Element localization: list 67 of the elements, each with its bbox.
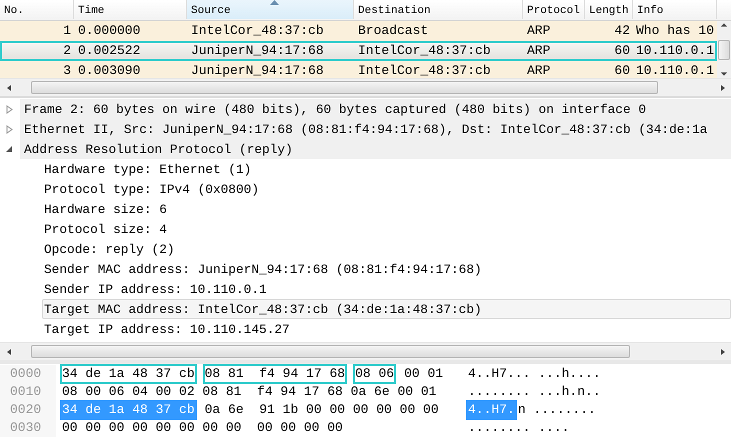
table-cell-text: 60 — [613, 62, 631, 78]
scroll-arrow-icon[interactable] — [718, 346, 726, 356]
scroll-arrow-icon[interactable] — [719, 21, 729, 29]
offset-label: 0010 — [0, 383, 56, 401]
hex-bytes[interactable]: 08 00 06 04 00 02 08 81 f4 94 17 68 0a 6e 00 01 — [60, 382, 438, 402]
tree-item[interactable]: Sender MAC address: JuniperN_94:17:68 (08:81:f4:94:17:68) — [44, 262, 482, 276]
scroll-arrow-icon[interactable] — [4, 82, 12, 92]
hex-bytes[interactable]: 00 00 00 00 00 00 00 00 00 00 00 00 — [60, 418, 345, 438]
tree-label: Target MAC address: IntelCor_48:37:cb (34:de:1a:48:37:cb) — [44, 302, 482, 316]
tree-row[interactable]: Target MAC address: IntelCor_48:37:cb (34:de:1a:48:37:cb) — [42, 299, 731, 319]
table-cell-text: IntelCor_48:37:cb — [190, 22, 325, 40]
vertical-scrollbar[interactable] — [717, 21, 731, 78]
sort-arrow-icon — [270, 0, 279, 5]
column-header[interactable]: Length — [585, 0, 633, 18]
table-cell-text: 1 — [62, 22, 72, 40]
offset-label: 0030 — [0, 419, 56, 437]
table-cell-text: Who has 10 — [635, 22, 716, 40]
hex-bytes[interactable]: 08 06 — [353, 364, 396, 384]
ascii-text[interactable]: ........ .... — [466, 418, 572, 438]
table-cell-text: JuniperN_94:17:68 — [190, 62, 325, 78]
hex-bytes[interactable]: 34 de 1a 48 37 cb — [60, 364, 197, 384]
scroll-arrow-icon[interactable] — [4, 346, 12, 356]
hex-bytes[interactable]: 08 81 f4 94 17 68 — [202, 364, 348, 384]
table-cell-text: 3 — [62, 62, 72, 78]
tree-item[interactable]: Protocol size: 4 — [44, 222, 167, 236]
packet-row[interactable]: 2 0.002522 JuniperN_94:17:68 IntelCor_48:37:cb ARP 60 10.110.0.1 — [0, 41, 717, 61]
tree-label: Ethernet II, Src: JuniperN_94:17:68 (08:81:f4:94:17:68), Dst: IntelCor_48:37:cb (34:de:1a — [24, 122, 708, 136]
table-cell-text: 10.110.0.1 — [635, 42, 716, 60]
table-cell-text: 0.002522 — [77, 42, 142, 60]
table-cell-text: ARP — [526, 62, 552, 78]
table-cell-text: ARP — [526, 22, 552, 40]
packet-row[interactable]: 3 0.003090 JuniperN_94:17:68 IntelCor_48:37:cb ARP 60 10.110.0.1 — [0, 61, 717, 78]
column-header[interactable]: Source — [187, 0, 354, 18]
column-header[interactable]: No. — [0, 0, 74, 18]
hex-bytes[interactable]: 00 01 — [402, 364, 446, 384]
tree-item[interactable]: Target IP address: 10.110.145.27 — [44, 322, 290, 336]
table-cell-text: 42 — [613, 22, 631, 40]
column-header[interactable]: Destination — [354, 0, 523, 18]
tree-item[interactable]: Hardware size: 6 — [44, 202, 167, 216]
table-cell-text: IntelCor_48:37:cb — [357, 62, 492, 78]
table-cell-text: ARP — [526, 42, 552, 60]
hex-bytes[interactable]: 0a 6e 91 1b 00 00 00 00 00 00 — [202, 400, 441, 420]
column-header[interactable]: Info — [633, 0, 717, 18]
tree-label: Address Resolution Protocol (reply) — [24, 142, 293, 156]
expander-icon[interactable] — [5, 144, 14, 154]
table-cell-text: IntelCor_48:37:cb — [357, 42, 492, 60]
tree-item[interactable]: Opcode: reply (2) — [44, 242, 175, 256]
tree-item[interactable]: Sender IP address: 10.110.0.1 — [44, 282, 267, 296]
packet-row[interactable]: 1 0.000000 IntelCor_48:37:cb Broadcast ARP 42 Who has 10 — [0, 21, 717, 41]
horizontal-scrollbar[interactable] — [0, 342, 731, 360]
ascii-text[interactable]: ........ ...h.n.. — [466, 382, 603, 402]
table-cell-text: 2 — [62, 42, 72, 60]
tree-item[interactable]: Protocol type: IPv4 (0x0800) — [44, 182, 260, 196]
ascii-text[interactable]: n ........ — [516, 400, 598, 420]
offset-label: 0020 — [0, 401, 56, 419]
tree-label: Frame 2: 60 bytes on wire (480 bits), 60 bytes captured (480 bits) on interface 0 — [24, 102, 646, 116]
table-cell-text: JuniperN_94:17:68 — [190, 42, 325, 60]
table-cell-text: Broadcast — [357, 22, 430, 40]
ascii-text[interactable]: 4..H7... ...h.... — [466, 364, 603, 384]
table-cell-text: 60 — [613, 42, 631, 60]
horizontal-scrollbar[interactable] — [0, 78, 731, 96]
table-cell-text: 0.000000 — [77, 22, 142, 40]
table-cell-text: 0.003090 — [77, 62, 142, 78]
column-header[interactable]: Protocol — [523, 0, 585, 18]
offset-label: 0000 — [0, 365, 56, 383]
tree-item[interactable]: Hardware type: Ethernet (1) — [44, 162, 252, 176]
table-cell-text: 10.110.0.1 — [635, 62, 716, 78]
